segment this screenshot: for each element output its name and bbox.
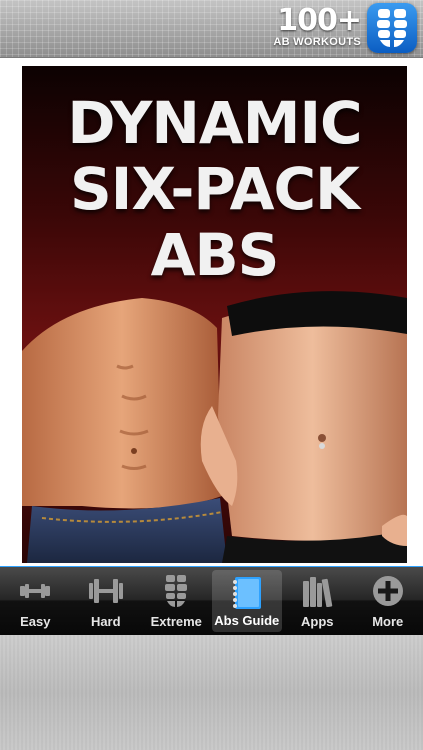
tab-easy-label: Easy — [20, 614, 51, 629]
tab-hard[interactable]: Hard — [71, 567, 142, 635]
dumbbell-small-icon — [20, 584, 50, 598]
plus-circle-icon — [372, 576, 403, 606]
cover-title-line-2: SIX-PACK — [70, 155, 360, 223]
tab-apps-label: Apps — [301, 614, 334, 629]
abs-icon — [165, 575, 187, 607]
notebook-icon — [232, 577, 261, 609]
tab-apps[interactable]: Apps — [282, 567, 353, 635]
tab-bar: Easy Hard Extreme Abs Guide Apps More — [0, 566, 423, 635]
tab-hard-label: Hard — [90, 614, 121, 629]
tab-abs-guide[interactable]: Abs Guide — [211, 570, 282, 632]
abs-guide-cover[interactable]: DYNAMIC SIX-PACK ABS — [22, 66, 407, 563]
dumbbell-large-icon — [88, 579, 123, 603]
brushed-metal-footer — [0, 635, 423, 750]
brand-title: 100+ — [277, 3, 362, 38]
books-icon — [303, 577, 333, 607]
brand-logo: 100+ AB WORKOUTS — [241, 3, 362, 49]
app-header: 100+ AB WORKOUTS — [0, 0, 423, 58]
cover-title: DYNAMIC SIX-PACK ABS — [22, 90, 407, 288]
cover-title-line-3: ABS — [150, 221, 280, 289]
tab-more-label: More — [372, 614, 404, 629]
tab-more[interactable]: More — [353, 567, 423, 635]
tab-easy[interactable]: Easy — [0, 567, 71, 635]
abs-app-icon — [367, 3, 417, 53]
cover-title-line-1: DYNAMIC — [67, 89, 362, 157]
tab-extreme-label: Extreme — [150, 614, 202, 629]
tab-abs-guide-label: Abs Guide — [214, 613, 280, 628]
tab-extreme[interactable]: Extreme — [141, 567, 212, 635]
brand-subtitle: AB WORKOUTS — [273, 36, 361, 48]
